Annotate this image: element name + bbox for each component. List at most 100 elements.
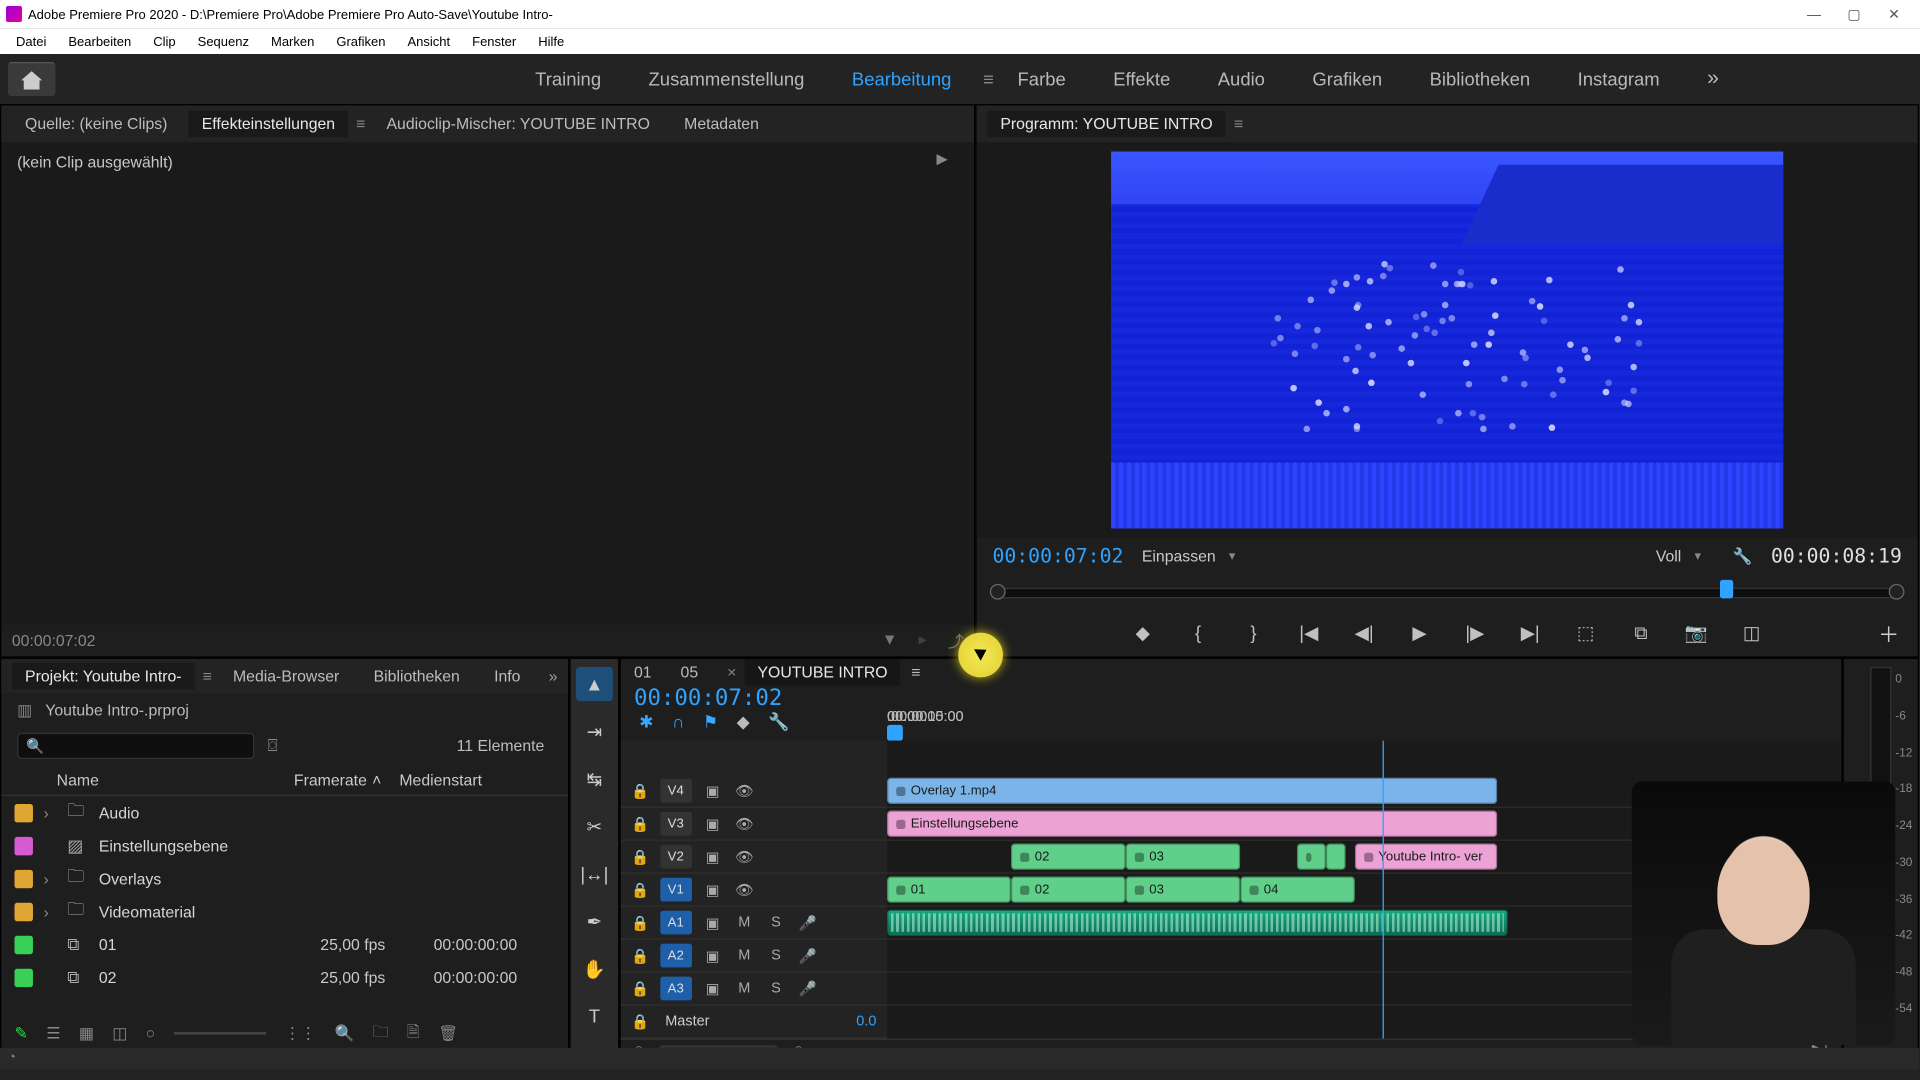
menu-marken[interactable]: Marken bbox=[261, 32, 324, 51]
trash-icon[interactable]: 🗑 bbox=[438, 1024, 458, 1042]
lock-icon[interactable]: 🔒 bbox=[631, 980, 649, 997]
step-icon[interactable]: ▸ bbox=[919, 629, 927, 651]
track-select-tool[interactable]: ⇥ bbox=[576, 714, 613, 748]
playhead[interactable] bbox=[887, 725, 903, 741]
settings-icon[interactable]: 🔧 bbox=[1733, 547, 1753, 565]
workspace-bearbeitung[interactable]: Bearbeitung bbox=[828, 63, 975, 95]
program-monitor[interactable] bbox=[977, 142, 1918, 537]
selection-tool[interactable]: ▲ bbox=[576, 667, 613, 701]
find-icon[interactable]: 🔍 bbox=[334, 1024, 354, 1042]
program-tab[interactable]: Programm: YOUTUBE INTRO bbox=[987, 111, 1226, 137]
settings-wrench-icon[interactable]: 🔧 bbox=[768, 712, 789, 733]
project-tab[interactable]: Bibliotheken bbox=[360, 663, 473, 689]
ripple-tool[interactable]: ↹ bbox=[576, 762, 613, 796]
col-name[interactable]: Name bbox=[57, 770, 294, 788]
track-header[interactable]: 🔒 V2 ▣ 👁 bbox=[621, 841, 887, 874]
snap-icon[interactable]: ✱ bbox=[639, 712, 653, 733]
go-to-in-icon[interactable]: |◀ bbox=[1294, 621, 1323, 643]
project-tab[interactable]: Projekt: Youtube Intro- bbox=[12, 663, 195, 689]
menu-grafiken[interactable]: Grafiken bbox=[326, 32, 395, 51]
workspace-instagram[interactable]: Instagram bbox=[1554, 63, 1683, 95]
project-tab[interactable]: Media-Browser bbox=[220, 663, 353, 689]
extract-icon[interactable]: ⧉ bbox=[1626, 621, 1655, 643]
step-fwd-icon[interactable]: |▶ bbox=[1460, 621, 1489, 643]
clip[interactable]: 02 bbox=[1011, 843, 1126, 869]
workspace-audio[interactable]: Audio bbox=[1194, 63, 1289, 95]
source-tab[interactable]: Effekteinstellungen bbox=[189, 111, 349, 137]
compare-icon[interactable]: ◫ bbox=[1737, 621, 1766, 643]
workspace-grafiken[interactable]: Grafiken bbox=[1289, 63, 1406, 95]
clip[interactable]: 03 bbox=[1126, 876, 1241, 902]
sequence-tab[interactable]: 01 bbox=[634, 663, 652, 681]
in-point-icon[interactable]: { bbox=[1184, 622, 1213, 643]
expand-icon[interactable]: › bbox=[43, 869, 56, 887]
solo-icon[interactable]: S bbox=[765, 915, 786, 931]
close-button[interactable]: ✕ bbox=[1874, 0, 1914, 28]
track-label[interactable]: V2 bbox=[660, 845, 692, 869]
lock-icon[interactable]: 🔒 bbox=[631, 881, 649, 898]
workspace-bibliotheken[interactable]: Bibliotheken bbox=[1406, 63, 1554, 95]
project-item[interactable]: › 🗀 Overlays bbox=[1, 862, 568, 895]
program-scrubber[interactable] bbox=[992, 577, 1901, 609]
home-button[interactable] bbox=[8, 62, 55, 96]
clip[interactable]: Overlay 1.mp4 bbox=[887, 778, 1498, 804]
lift-icon[interactable]: ⬚ bbox=[1571, 621, 1600, 643]
master-value[interactable]: 0.0 bbox=[856, 1014, 876, 1030]
close-seq-icon[interactable]: × bbox=[727, 663, 736, 681]
linked-sel-icon[interactable]: ∩ bbox=[672, 712, 684, 733]
clip[interactable]: Einstellungsebene bbox=[887, 811, 1498, 837]
workspace-effekte[interactable]: Effekte bbox=[1089, 63, 1194, 95]
add-button-icon[interactable]: ＋ bbox=[1878, 617, 1899, 649]
filter-icon[interactable]: ▼ bbox=[882, 629, 898, 651]
track-label[interactable]: A3 bbox=[660, 977, 692, 1001]
fit-dropdown[interactable]: Einpassen ▾ bbox=[1142, 547, 1236, 565]
sync-lock-icon[interactable]: ▣ bbox=[702, 848, 723, 865]
workspace-farbe[interactable]: Farbe bbox=[994, 63, 1090, 95]
marker-tool-icon[interactable]: ⚑ bbox=[703, 712, 718, 733]
go-to-out-icon[interactable]: ▶| bbox=[1516, 621, 1545, 643]
razor-tool[interactable]: ✂ bbox=[576, 809, 613, 843]
expand-icon[interactable]: › bbox=[43, 902, 56, 920]
pencil-icon[interactable]: ✎ bbox=[14, 1024, 27, 1042]
project-item[interactable]: ▨ Einstellungsebene bbox=[1, 829, 568, 862]
keyboard-icon[interactable]: ⌼ bbox=[268, 735, 278, 756]
scrub-start-cap[interactable] bbox=[990, 584, 1006, 600]
sync-lock-icon[interactable]: ▣ bbox=[702, 980, 723, 997]
new-bin-icon[interactable]: 🗀 bbox=[373, 1019, 389, 1047]
track-header[interactable]: 🔒 V4 ▣ 👁 bbox=[621, 775, 887, 808]
icon-view-icon[interactable]: ▦ bbox=[79, 1024, 94, 1042]
clip[interactable]: Youtube Intro- ver bbox=[1355, 843, 1498, 869]
clip[interactable]: 01 bbox=[887, 876, 1011, 902]
menu-sequenz[interactable]: Sequenz bbox=[188, 32, 259, 51]
track-header[interactable]: 🔒 A2 ▣ MS🎤 bbox=[621, 940, 887, 973]
track-label[interactable]: V3 bbox=[660, 812, 692, 836]
mute-icon[interactable]: M bbox=[734, 915, 755, 931]
sequence-tab[interactable]: YOUTUBE INTRO bbox=[744, 659, 900, 685]
track-label[interactable]: V4 bbox=[660, 779, 692, 803]
panel-menu-icon[interactable]: ≡ bbox=[356, 115, 365, 133]
clip[interactable]: 04 bbox=[1240, 876, 1355, 902]
list-view-icon[interactable]: ☰ bbox=[46, 1024, 60, 1042]
track-header[interactable]: 🔒 V1 ▣ 👁 bbox=[621, 874, 887, 907]
clip[interactable] bbox=[1297, 843, 1326, 869]
lock-icon[interactable]: 🔒 bbox=[631, 1013, 649, 1030]
sync-lock-icon[interactable]: ▣ bbox=[702, 782, 723, 799]
sync-lock-icon[interactable]: ▣ bbox=[702, 881, 723, 898]
menu-bearbeiten[interactable]: Bearbeiten bbox=[58, 32, 141, 51]
quality-dropdown[interactable]: Voll ▾ bbox=[1656, 547, 1701, 565]
lock-icon[interactable]: 🔒 bbox=[631, 782, 649, 799]
freeform-view-icon[interactable]: ◫ bbox=[112, 1024, 127, 1042]
expand-icon[interactable]: › bbox=[43, 803, 56, 821]
scrub-end-cap[interactable] bbox=[1889, 584, 1905, 600]
eye-icon[interactable]: 👁 bbox=[734, 782, 755, 799]
program-timecode-in[interactable]: 00:00:07:02 bbox=[992, 544, 1123, 568]
track-header[interactable]: 🔒 A3 ▣ MS🎤 bbox=[621, 973, 887, 1006]
eye-icon[interactable]: 👁 bbox=[734, 815, 755, 832]
voice-icon[interactable]: 🎤 bbox=[797, 914, 818, 931]
sequence-tab[interactable]: 05 bbox=[681, 663, 699, 681]
playhead-line[interactable] bbox=[1383, 741, 1384, 1039]
zoom-slider[interactable] bbox=[174, 1032, 266, 1035]
sync-lock-icon[interactable]: ▣ bbox=[702, 815, 723, 832]
col-framerate[interactable]: Framerate˄ bbox=[294, 770, 399, 788]
zoom-handle-icon[interactable]: ○ bbox=[146, 1024, 156, 1042]
